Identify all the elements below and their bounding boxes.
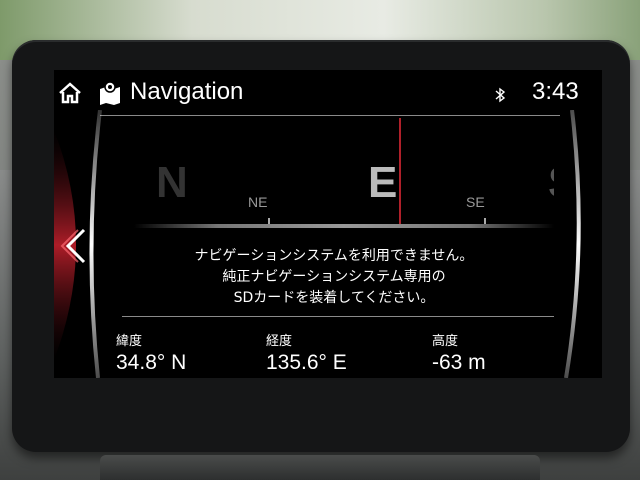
altitude-label: 高度 (432, 334, 459, 349)
title-divider (100, 115, 560, 116)
bluetooth-icon (494, 87, 506, 103)
altitude-value: -63 m (432, 351, 486, 374)
latitude-readout: 緯度 34.8° N (116, 330, 186, 375)
right-arc-decoration (564, 110, 581, 378)
compass-tick (268, 218, 270, 224)
title-bar: Navigation 3:43 (54, 70, 602, 114)
dashboard-lip (100, 455, 540, 480)
compass-tick (484, 218, 486, 224)
longitude-value: 135.6° E (266, 351, 347, 374)
message-divider (122, 316, 554, 317)
compass-ne: NE (248, 194, 268, 210)
clock: 3:43 (532, 78, 579, 105)
compass-e: E (368, 158, 398, 207)
message-line: ナビゲーションシステムを利用できません。 (194, 248, 474, 264)
latitude-label: 緯度 (116, 334, 143, 349)
message-line: SDカードを装着してください。 (233, 290, 435, 306)
compass-se: SE (466, 194, 485, 210)
altitude-readout: 高度 -63 m (432, 330, 486, 375)
message-line: 純正ナビゲーションシステム専用の (222, 269, 446, 285)
longitude-label: 経度 (266, 334, 293, 349)
page-title: Navigation (130, 78, 244, 105)
sd-card-message: ナビゲーションシステムを利用できません。 純正ナビゲーションシステム専用の SD… (114, 246, 554, 309)
longitude-readout: 経度 135.6° E (266, 330, 347, 375)
back-button[interactable] (54, 216, 96, 276)
home-icon[interactable] (58, 82, 82, 104)
compass-track (134, 224, 554, 228)
compass-n: N (156, 158, 188, 207)
map-pin-icon (98, 81, 122, 105)
heading-needle (399, 118, 401, 228)
chevron-left-icon (60, 228, 86, 264)
compass-strip: N NE E SE S (114, 118, 554, 230)
latitude-value: 34.8° N (116, 351, 187, 374)
infotainment-screen: Navigation 3:43 N NE E SE S ナビゲーションシステムを… (54, 70, 602, 378)
